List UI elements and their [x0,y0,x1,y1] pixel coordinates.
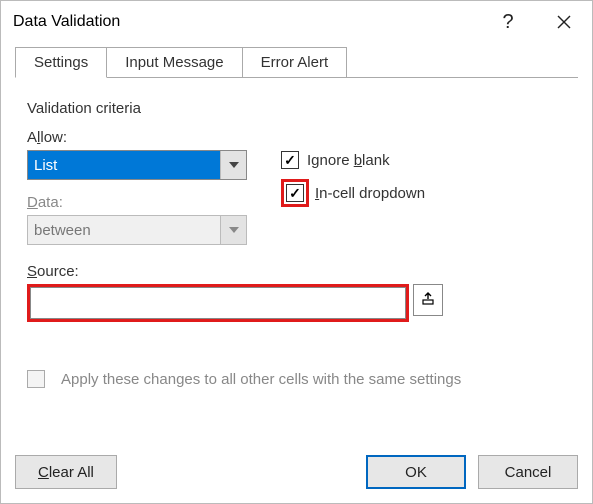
data-label: Data: [27,194,263,211]
incell-dropdown-label: In-cell dropdown [315,185,425,202]
allow-dropdown-button[interactable] [220,151,246,179]
incell-dropdown-checkbox-row[interactable]: In-cell dropdown [281,179,566,207]
range-selector-button[interactable] [413,284,443,316]
chevron-down-icon [229,227,239,233]
chevron-down-icon [229,162,239,168]
group-label: Validation criteria [27,100,149,117]
help-button[interactable]: ? [480,1,536,43]
highlight-source-input [27,284,409,322]
clear-all-button[interactable]: Clear All [15,455,117,489]
data-value: between [28,216,220,244]
tab-error-alert[interactable]: Error Alert [242,47,348,78]
tab-strip: Settings Input Message Error Alert [15,47,578,78]
close-icon [557,15,571,29]
range-selector-icon [421,292,435,309]
apply-changes-checkbox [27,370,45,388]
source-input[interactable] [30,287,406,319]
cancel-button[interactable]: Cancel [478,455,578,489]
highlight-incell-dropdown [281,179,309,207]
incell-dropdown-checkbox[interactable] [286,184,304,202]
validation-criteria-group: Validation criteria Allow: List Data: [15,92,578,400]
dialog-footer: Clear All OK Cancel [1,445,592,503]
ignore-blank-checkbox[interactable] [281,151,299,169]
ignore-blank-label: Ignore blank [307,152,390,169]
close-button[interactable] [536,1,592,43]
ignore-blank-checkbox-row[interactable]: Ignore blank [281,151,566,169]
titlebar: Data Validation ? [1,1,592,43]
window-title: Data Validation [13,13,480,31]
tab-settings[interactable]: Settings [15,47,107,78]
data-dropdown-button [220,216,246,244]
ok-button[interactable]: OK [366,455,466,489]
apply-changes-row: Apply these changes to all other cells w… [27,370,566,388]
data-combobox: between [27,215,247,245]
allow-value: List [28,151,220,179]
allow-combobox[interactable]: List [27,150,247,180]
data-validation-dialog: Data Validation ? Settings Input Message… [0,0,593,504]
dialog-content: Settings Input Message Error Alert Valid… [1,43,592,445]
source-label: Source: [27,263,566,280]
tab-input-message[interactable]: Input Message [106,47,242,78]
apply-changes-label: Apply these changes to all other cells w… [61,371,461,388]
allow-label: Allow: [27,129,263,146]
